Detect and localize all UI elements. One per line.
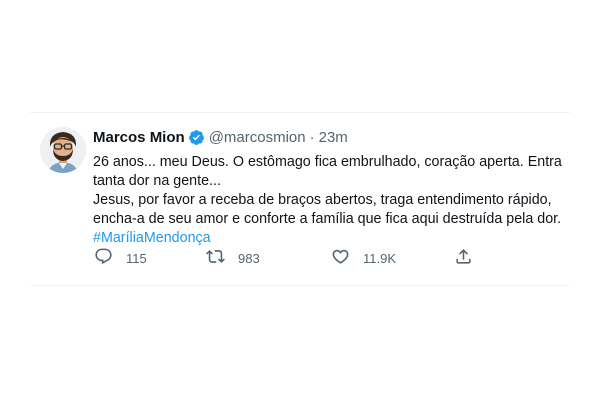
avatar[interactable] — [40, 127, 86, 173]
display-name[interactable]: Marcos Mion — [93, 129, 185, 146]
avatar-image — [40, 127, 86, 173]
reply-icon — [94, 247, 113, 269]
heart-icon — [331, 247, 350, 269]
share-icon — [454, 247, 473, 269]
separator-dot: · — [309, 128, 315, 146]
retweet-count: 983 — [238, 250, 260, 266]
screenshot-frame: Marcos Mion @marcosmion · 23m 26 anos...… — [0, 0, 600, 400]
tweet-text: 26 anos... meu Deus. O estômago fica emb… — [93, 153, 562, 248]
hashtag-link[interactable]: #MaríliaMendonça — [93, 229, 553, 248]
handle[interactable]: @marcosmion — [209, 129, 306, 146]
share-button[interactable] — [454, 247, 473, 269]
timestamp[interactable]: 23m — [319, 129, 348, 146]
reply-button[interactable]: 115 — [94, 247, 147, 269]
tweet-text-line: 26 anos... meu Deus. O estômago fica emb… — [93, 154, 562, 170]
reply-count: 115 — [126, 250, 147, 266]
tweet-text-line: encha-a de seu amor e conforte a família… — [93, 211, 562, 227]
verified-badge-icon — [188, 129, 205, 146]
like-count: 11.9K — [363, 250, 397, 266]
tweet-header: Marcos Mion @marcosmion · 23m — [93, 127, 553, 147]
tweet-content: Marcos Mion @marcosmion · 23m 26 anos...… — [93, 127, 562, 248]
tweet-actions: 115 983 11.9K — [94, 247, 514, 269]
retweet-button[interactable]: 983 — [206, 247, 260, 269]
tweet-text-line: tanta dor na gente... — [93, 173, 221, 189]
like-button[interactable]: 11.9K — [331, 247, 396, 269]
retweet-icon — [206, 247, 225, 269]
tweet-card[interactable]: Marcos Mion @marcosmion · 23m 26 anos...… — [30, 112, 570, 286]
tweet-text-line: Jesus, por favor a receba de braços aber… — [93, 192, 552, 208]
